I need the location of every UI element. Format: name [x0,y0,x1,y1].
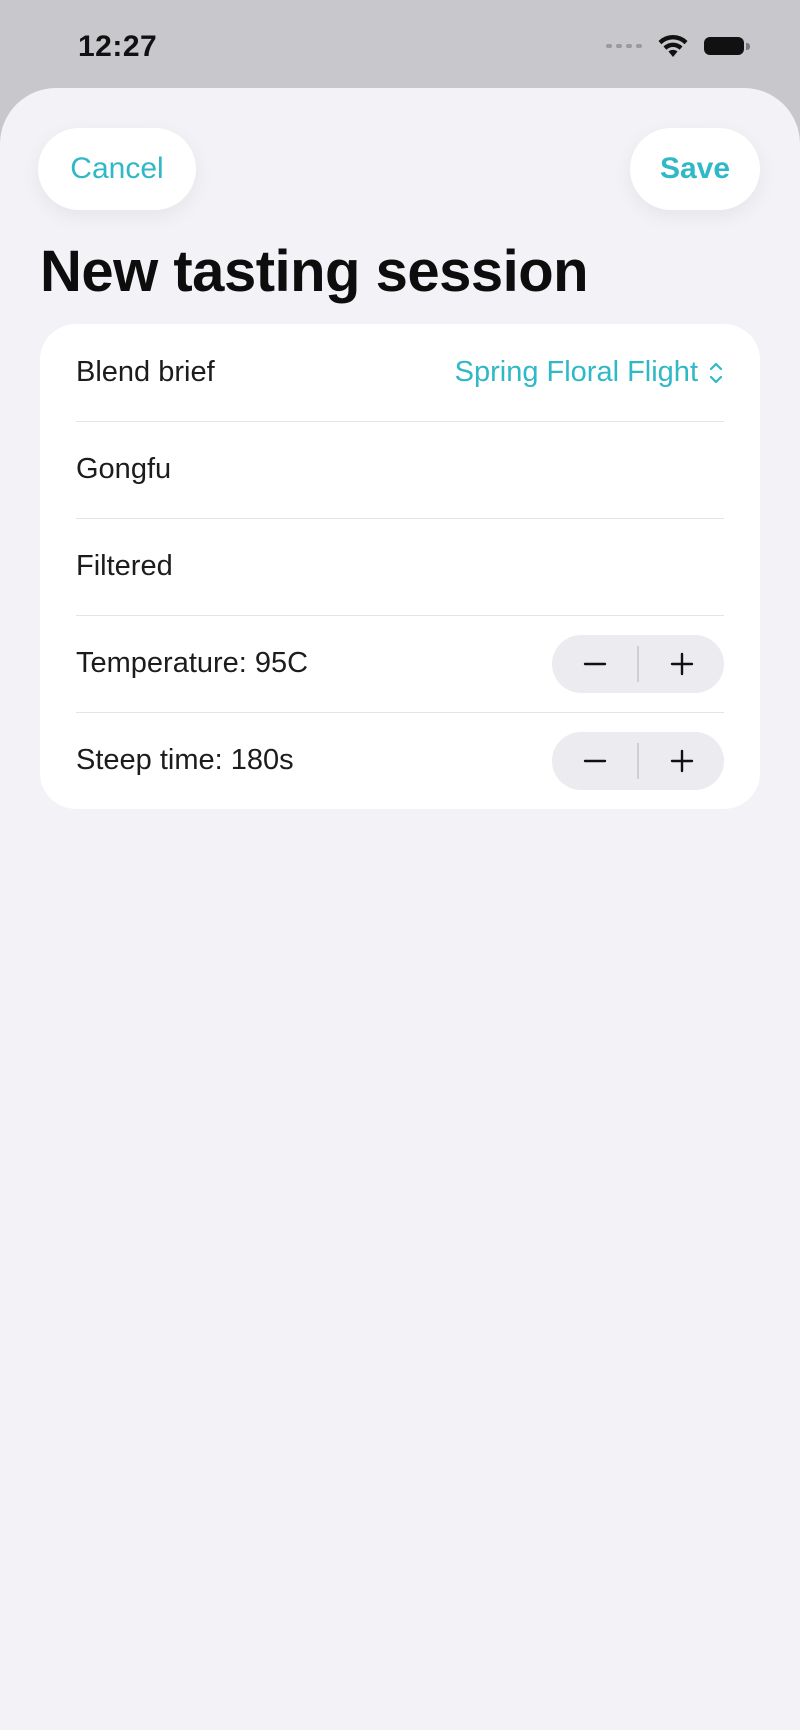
blend-brief-picker[interactable]: Spring Floral Flight [455,356,724,389]
temperature-decrement-button[interactable] [552,635,637,693]
status-bar: 12:27 [0,0,800,90]
water-row[interactable]: Filtered [40,518,760,615]
steep-time-stepper [552,731,724,790]
wifi-icon [658,34,688,57]
modal-sheet: Cancel Save New tasting session Blend br… [0,88,800,1730]
minus-icon [583,759,606,762]
water-label: Filtered [76,550,173,582]
session-form-card: Blend brief Spring Floral Flight Gongfu … [40,324,760,809]
brew-style-row[interactable]: Gongfu [40,421,760,518]
chevron-up-down-icon [709,362,723,383]
status-time: 12:27 [78,30,158,63]
cellular-signal-icon [606,32,642,60]
plus-icon [670,652,693,675]
brew-style-label: Gongfu [76,453,172,485]
minus-icon [583,662,606,665]
cancel-button[interactable]: Cancel [38,128,196,210]
blend-brief-value: Spring Floral Flight [454,356,698,388]
temperature-stepper [552,634,724,693]
plus-icon [670,749,693,772]
steep-time-increment-button[interactable] [639,732,724,790]
save-button[interactable]: Save [630,128,760,210]
page-title: New tasting session [40,239,589,304]
battery-icon [704,35,750,57]
status-icons [606,32,750,60]
temperature-label: Temperature: 95C [76,647,309,679]
steep-time-decrement-button[interactable] [552,732,637,790]
blend-brief-row: Blend brief Spring Floral Flight [40,324,760,421]
steep-time-label: Steep time: 180s [76,744,294,776]
temperature-row: Temperature: 95C [40,615,760,712]
blend-brief-label: Blend brief [76,356,215,388]
steep-time-row: Steep time: 180s [40,712,760,809]
temperature-increment-button[interactable] [639,635,724,693]
